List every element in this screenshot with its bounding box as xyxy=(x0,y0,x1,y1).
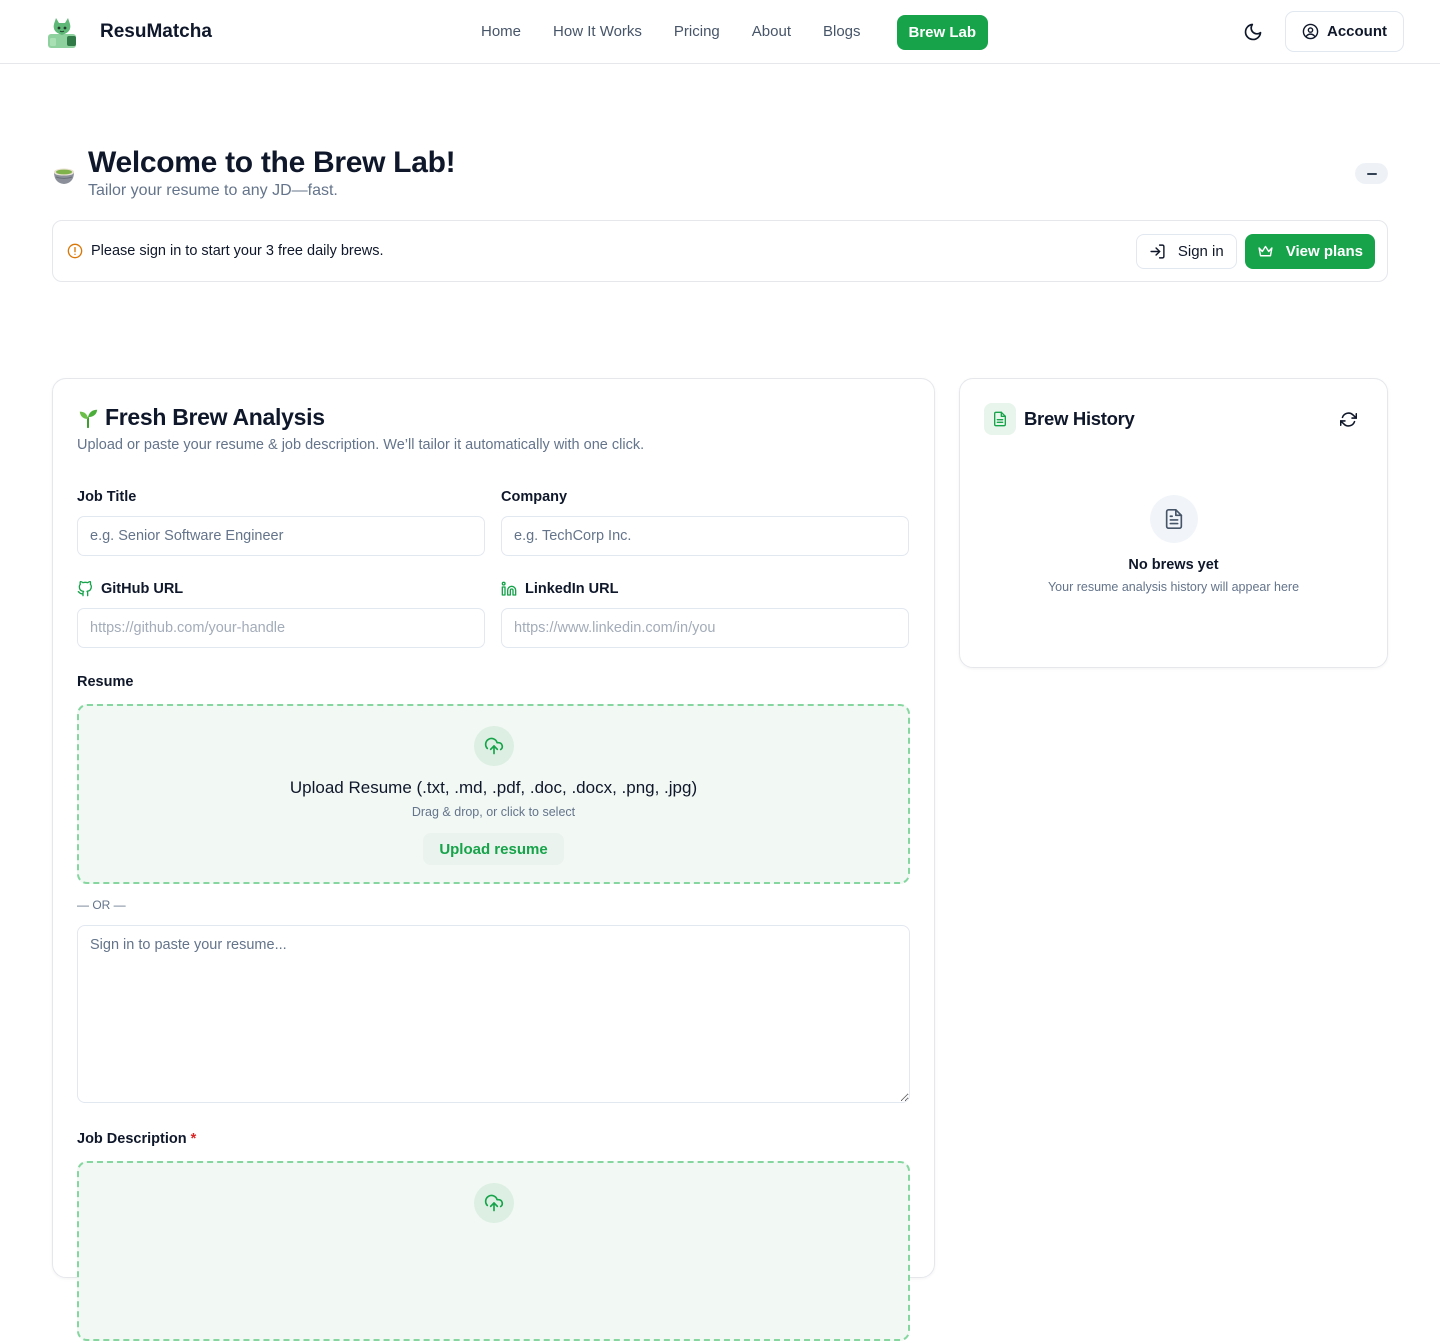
job-description-dropzone[interactable] xyxy=(77,1161,910,1341)
theme-toggle-button[interactable] xyxy=(1233,12,1273,52)
cloud-upload-icon xyxy=(484,1194,503,1212)
github-url-input[interactable] xyxy=(77,608,485,648)
linkedin-url-input[interactable] xyxy=(501,608,909,648)
job-description-label: Job Description * xyxy=(77,1131,910,1147)
sign-in-button[interactable]: Sign in xyxy=(1135,233,1237,269)
nav-how-it-works[interactable]: How It Works xyxy=(553,14,642,50)
linkedin-icon xyxy=(501,581,517,596)
view-plans-button[interactable]: View plans xyxy=(1244,233,1375,269)
nav-home[interactable]: Home xyxy=(481,14,521,50)
empty-title: No brews yet xyxy=(1128,557,1219,573)
company-label: Company xyxy=(501,489,568,505)
resume-drop-title: Upload Resume (.txt, .md, .pdf, .doc, .d… xyxy=(289,778,698,797)
notice-text: Please sign in to start your 3 free dail… xyxy=(91,243,384,259)
log-in-icon xyxy=(1150,243,1165,259)
job-title-input[interactable] xyxy=(77,516,485,556)
nav-blogs[interactable]: Blogs xyxy=(823,14,861,50)
brew-history-card: Brew History No brews yet Your resume an… xyxy=(959,378,1388,668)
card-subtitle: Upload or paste your resume & job descri… xyxy=(77,437,645,453)
brand-name: ResuMatcha xyxy=(100,20,212,42)
refresh-icon xyxy=(1339,411,1357,427)
nav-pricing[interactable]: Pricing xyxy=(674,14,720,50)
github-label: GitHub URL xyxy=(101,581,184,597)
github-icon xyxy=(77,581,92,597)
page-subtitle: Tailor your resume to any JD—fast. xyxy=(88,182,338,199)
resume-drop-subtitle: Drag & drop, or click to select xyxy=(411,805,576,819)
fresh-brew-analysis-card: Fresh Brew Analysis Upload or paste your… xyxy=(52,378,935,1341)
account-button[interactable]: Account xyxy=(1285,11,1404,52)
main-nav: Home How It Works Pricing About Blogs Br… xyxy=(481,14,1020,50)
user-circle-icon xyxy=(1302,23,1319,40)
required-marker: * xyxy=(190,1131,197,1147)
signin-notice: Please sign in to start your 3 free dail… xyxy=(52,220,1388,282)
job-description-label-text: Job Description xyxy=(77,1131,187,1147)
upload-resume-button[interactable]: Upload resume xyxy=(423,833,564,865)
alert-circle-icon xyxy=(67,243,83,259)
seedling-icon xyxy=(79,409,98,428)
account-label: Account xyxy=(1327,23,1387,40)
view-plans-label: View plans xyxy=(1285,242,1363,260)
collapse-button[interactable] xyxy=(1355,163,1388,184)
file-text-icon xyxy=(994,411,1006,427)
card-title: Fresh Brew Analysis xyxy=(105,404,325,430)
minus-icon xyxy=(1366,172,1377,175)
crown-icon xyxy=(1258,245,1273,256)
resume-dropzone[interactable]: Upload Resume (.txt, .md, .pdf, .doc, .d… xyxy=(77,704,910,884)
sign-in-label: Sign in xyxy=(1177,242,1224,260)
company-input[interactable] xyxy=(501,516,909,556)
nav-brew-lab[interactable]: Brew Lab xyxy=(896,14,989,50)
brand[interactable]: ResuMatcha xyxy=(44,14,212,50)
refresh-history-button[interactable] xyxy=(1337,408,1359,430)
moon-icon xyxy=(1244,23,1262,40)
nav-about[interactable]: About xyxy=(752,14,791,50)
page-title: Welcome to the Brew Lab! xyxy=(88,146,456,179)
resume-paste-textarea[interactable] xyxy=(77,925,910,1103)
brew-history-title: Brew History xyxy=(1024,408,1135,429)
history-empty-state: No brews yet Your resume analysis histor… xyxy=(960,495,1387,594)
matcha-bowl-icon xyxy=(54,168,74,184)
empty-subtitle: Your resume analysis history will appear… xyxy=(1047,580,1300,594)
job-title-label: Job Title xyxy=(77,489,137,505)
top-navbar: ResuMatcha Home How It Works Pricing Abo… xyxy=(0,0,1440,64)
document-icon xyxy=(1165,509,1182,529)
linkedin-label: LinkedIn URL xyxy=(525,581,619,597)
matcha-cat-logo-icon xyxy=(48,17,76,48)
welcome-section: Welcome to the Brew Lab! Tailor your res… xyxy=(52,145,1388,200)
cloud-upload-icon xyxy=(484,737,503,755)
resume-label: Resume xyxy=(77,674,134,690)
or-divider: — OR — xyxy=(77,898,126,912)
